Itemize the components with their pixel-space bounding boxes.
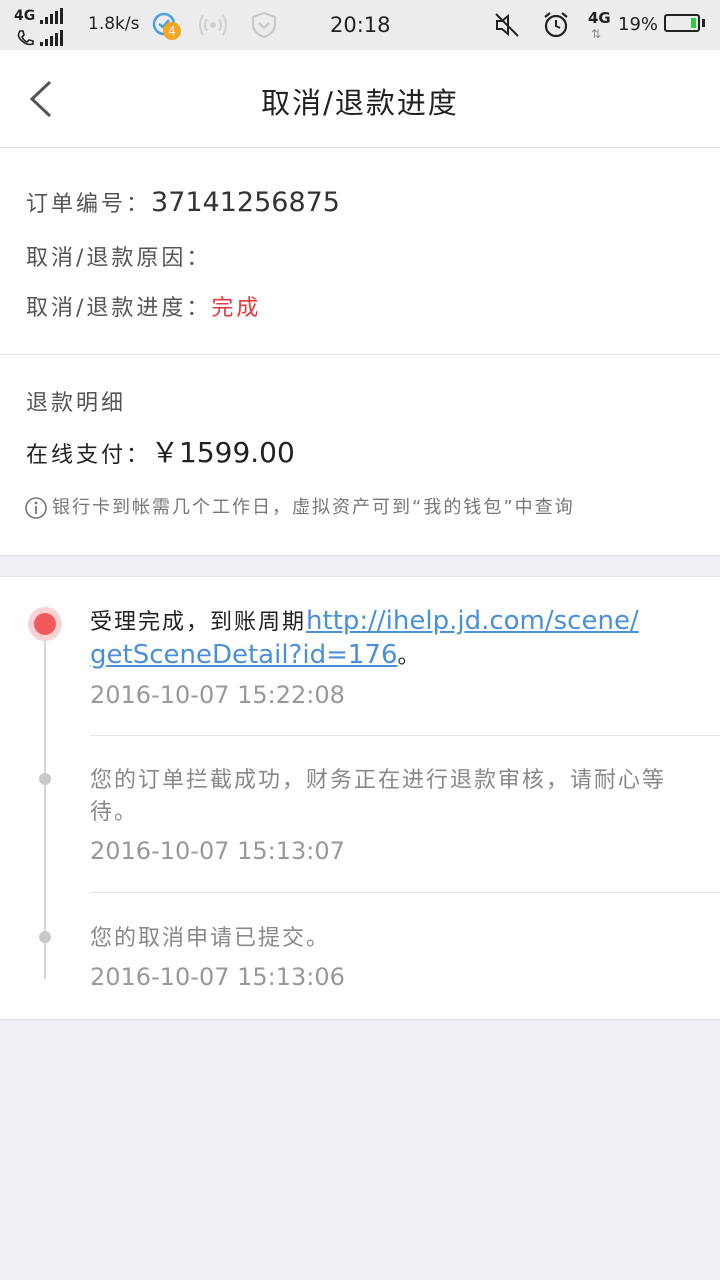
timeline-item-text: 受理完成，到账周期http://ihelp.jd.com/scene/getSc…	[90, 605, 700, 673]
order-number-row: 订单编号：37141256875	[26, 186, 340, 218]
shield-icon	[251, 11, 277, 39]
order-info-section: 订单编号：37141256875 取消/退款原因： 取消/退款进度：完成	[0, 148, 720, 355]
refund-detail-title: 退款明细	[26, 391, 127, 416]
page-title: 取消/退款进度	[261, 86, 459, 120]
online-payment-label: 在线支付：	[26, 443, 152, 468]
refund-notice-text: 银行卡到帐需几个工作日，虚拟资产可到“我的钱包”中查询	[52, 497, 575, 518]
battery-fill	[691, 18, 696, 28]
timeline-item-message: 您的取消申请已提交。	[90, 926, 331, 951]
timeline-item-time: 2016-10-07 15:22:08	[90, 681, 345, 709]
timeline-item-suffix: 。	[397, 644, 422, 669]
timeline-item-2: 您的取消申请已提交。 2016-10-07 15:13:06	[90, 923, 700, 991]
timeline-dot-active	[28, 607, 62, 641]
refund-reason-label: 取消/退款原因：	[26, 246, 212, 271]
online-payment-row: 在线支付：￥1599.00	[26, 431, 295, 471]
network-type-label: 4G	[14, 8, 36, 24]
timeline-divider	[90, 892, 720, 893]
battery-percent: 19%	[618, 14, 659, 35]
link-line-2: getSceneDetail?id=176	[90, 640, 398, 670]
refund-reason-row: 取消/退款原因：	[26, 240, 211, 272]
network-speed: 1.8k/s	[88, 14, 140, 34]
signal-bars-icon	[40, 8, 63, 24]
status-bar: 4G 1.8k/s 4 20:18 4G ⇅ 19%	[0, 0, 720, 50]
order-number: 37141256875	[151, 187, 340, 218]
battery-icon	[664, 14, 700, 32]
refund-progress-status: 完成	[211, 296, 262, 321]
timeline-dot	[39, 931, 51, 943]
link-line-1: http://ihelp.jd.com/scene/	[306, 606, 639, 636]
timeline-item-time: 2016-10-07 15:13:06	[90, 963, 345, 991]
mute-icon	[495, 13, 519, 37]
timeline-item-0: 受理完成，到账周期http://ihelp.jd.com/scene/getSc…	[90, 605, 700, 709]
notification-badge: 4	[163, 22, 181, 40]
hotspot-icon	[199, 14, 227, 36]
timeline-item-message: 您的订单拦截成功，财务正在进行退款审核，请耐心等待。	[90, 768, 667, 825]
progress-timeline: 受理完成，到账周期http://ihelp.jd.com/scene/getSc…	[0, 576, 720, 1020]
order-number-label: 订单编号：	[26, 192, 152, 217]
refund-notice: 银行卡到帐需几个工作日，虚拟资产可到“我的钱包”中查询	[24, 493, 575, 520]
refund-amount: ￥1599.00	[151, 436, 295, 469]
alarm-icon	[544, 12, 568, 38]
clock: 20:18	[330, 13, 391, 37]
refund-progress-row: 取消/退款进度：完成	[26, 290, 261, 322]
refund-progress-label: 取消/退款进度：	[26, 296, 212, 321]
refund-detail-section: 退款明细 在线支付：￥1599.00 银行卡到帐需几个工作日，虚拟资产可到“我的…	[0, 355, 720, 556]
timeline-divider	[90, 735, 720, 736]
info-icon	[25, 497, 47, 519]
data-arrows-icon: ⇅	[591, 27, 602, 41]
timeline-item-time: 2016-10-07 15:13:07	[90, 837, 345, 865]
battery-tip	[702, 19, 705, 27]
nav-header: 取消/退款进度	[0, 50, 720, 148]
phone-icon	[17, 30, 34, 46]
network-4g-label: 4G	[588, 9, 611, 27]
timeline-item-1: 您的订单拦截成功，财务正在进行退款审核，请耐心等待。 2016-10-07 15…	[90, 765, 700, 865]
timeline-dot	[39, 773, 51, 785]
timeline-line	[44, 617, 46, 979]
signal-bars-2-icon	[40, 30, 63, 46]
timeline-item-message: 受理完成，到账周期	[90, 610, 307, 635]
